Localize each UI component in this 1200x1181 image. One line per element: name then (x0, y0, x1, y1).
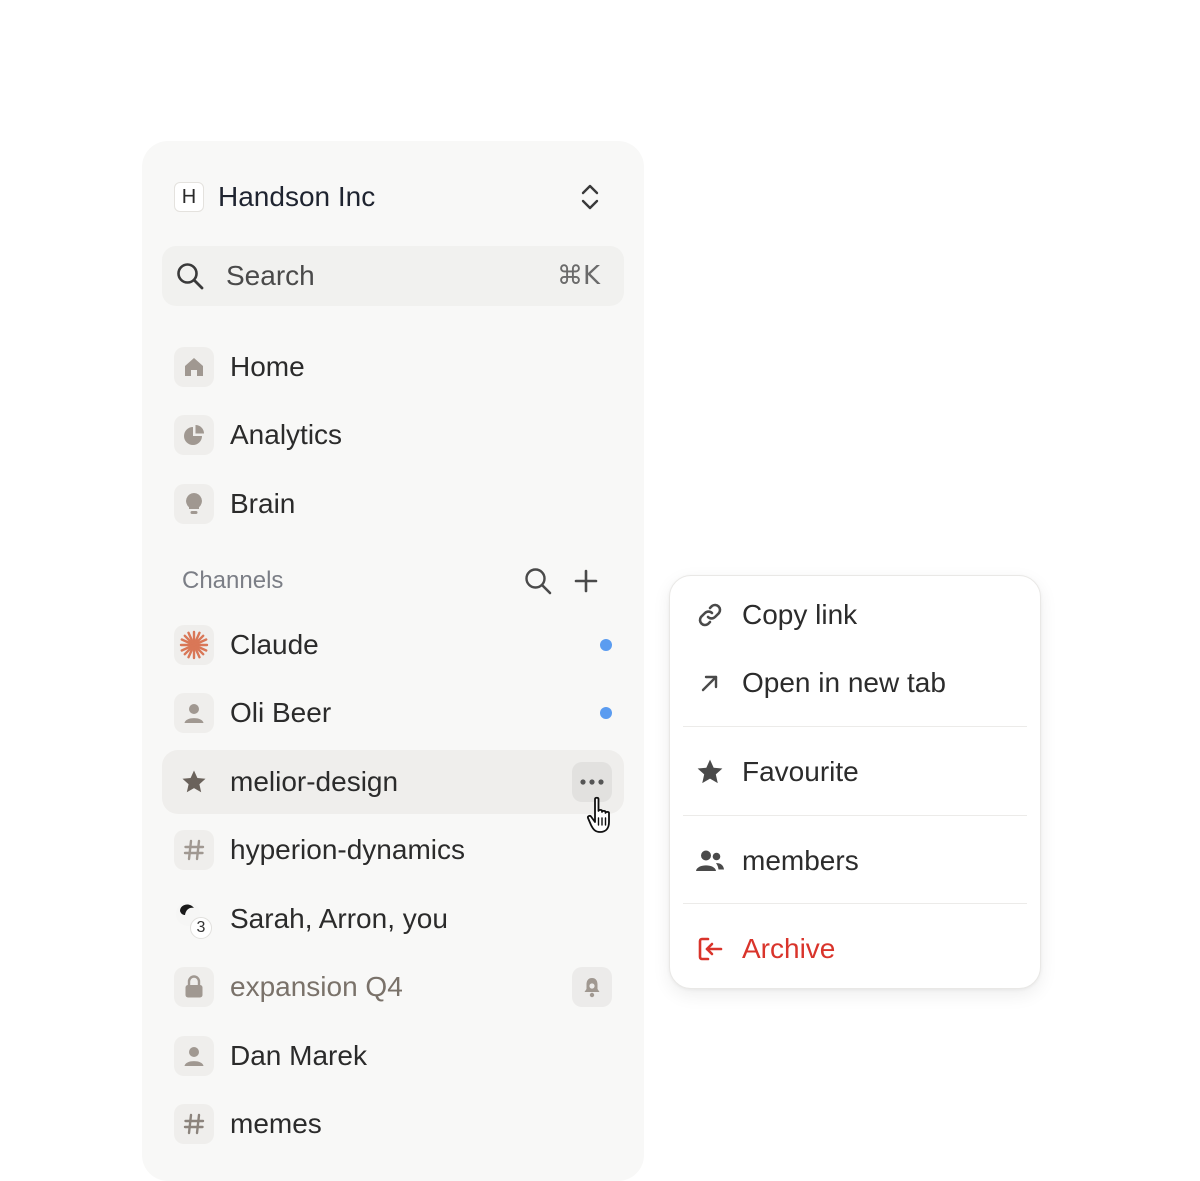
workspace-switcher[interactable]: H Handson Inc (174, 179, 614, 215)
channel-label: memes (230, 1108, 322, 1139)
person-icon (174, 693, 214, 733)
menu-divider (683, 903, 1027, 904)
star-icon (174, 762, 214, 802)
channel-label: expansion Q4 (230, 971, 403, 1002)
search-icon[interactable] (522, 565, 554, 597)
workspace-name: Handson Inc (218, 181, 376, 212)
menu-item-label: Open in new tab (742, 667, 946, 698)
search-icon (174, 260, 206, 292)
search-shortcut: ⌘K (556, 261, 600, 291)
menu-item-label: Favourite (742, 756, 859, 787)
chevron-up-down-icon[interactable] (574, 181, 606, 213)
claude-sparkle-icon (174, 625, 214, 665)
members-icon (694, 845, 726, 877)
home-icon (174, 347, 214, 387)
nav-item-label: Brain (230, 488, 296, 519)
menu-item-label: Archive (742, 933, 836, 964)
menu-item-archive[interactable]: Archive (670, 919, 1040, 979)
unread-dot (600, 639, 612, 651)
channel-item-memes[interactable]: memes (162, 1092, 624, 1156)
channel-label: Dan Marek (230, 1040, 367, 1071)
star-icon (694, 756, 726, 788)
menu-item-members[interactable]: members (670, 831, 1040, 891)
nav-item-label: Home (230, 351, 305, 382)
channel-item-oli-beer[interactable]: Oli Beer (162, 681, 624, 745)
channel-label: Claude (230, 629, 319, 660)
nav-item-label: Analytics (230, 419, 343, 450)
channel-label: hyperion-dynamics (230, 834, 465, 865)
channel-item-expansion-q4[interactable]: expansion Q4 (162, 955, 624, 1019)
nav-item-home[interactable]: Home (162, 335, 624, 399)
hash-icon (174, 830, 214, 870)
channel-item-hyperion-dynamics[interactable]: hyperion-dynamics (162, 818, 624, 882)
workspace-badge: H (174, 182, 204, 212)
lock-icon (174, 967, 214, 1007)
link-icon (694, 599, 726, 631)
lightbulb-icon (174, 484, 214, 524)
channel-item-claude[interactable]: Claude (162, 613, 624, 677)
menu-item-open-new-tab[interactable]: Open in new tab (670, 653, 1040, 713)
menu-item-favourite[interactable]: Favourite (670, 742, 1040, 802)
channel-item-dan-marek[interactable]: Dan Marek (162, 1024, 624, 1088)
menu-item-copy-link[interactable]: Copy link (670, 585, 1040, 645)
channel-label: Oli Beer (230, 697, 332, 728)
member-count-badge: 3 (190, 917, 212, 939)
menu-divider (683, 726, 1027, 727)
unread-dot (600, 707, 612, 719)
sidebar: H Handson Inc Search ⌘K Home Analytics B… (142, 141, 644, 1181)
arrow-up-right-icon (694, 667, 726, 699)
hash-icon (174, 1104, 214, 1144)
nav-item-brain[interactable]: Brain (162, 472, 624, 536)
channel-item-group-dm[interactable]: 3 Sarah, Arron, you (162, 887, 624, 951)
channel-item-melior-design[interactable]: melior-design (162, 750, 624, 814)
search-input[interactable]: Search ⌘K (162, 246, 624, 306)
plus-icon[interactable] (570, 565, 602, 597)
channels-header: Channels (182, 561, 612, 601)
notifications-muted-icon[interactable] (572, 967, 612, 1007)
archive-exit-icon (694, 933, 726, 965)
pie-chart-icon (174, 415, 214, 455)
nav-item-analytics[interactable]: Analytics (162, 403, 624, 467)
menu-divider (683, 815, 1027, 816)
channel-label: Sarah, Arron, you (230, 903, 448, 934)
channel-label: melior-design (230, 766, 399, 797)
channel-context-menu: Copy link Open in new tab Favourite memb… (669, 575, 1041, 989)
menu-item-label: Copy link (742, 599, 858, 630)
hand-pointer-cursor (587, 796, 610, 833)
person-icon (174, 1036, 214, 1076)
menu-item-label: members (742, 845, 859, 876)
search-placeholder: Search (226, 260, 315, 291)
channels-title: Channels (182, 567, 284, 594)
group-avatar: 3 (174, 899, 214, 939)
